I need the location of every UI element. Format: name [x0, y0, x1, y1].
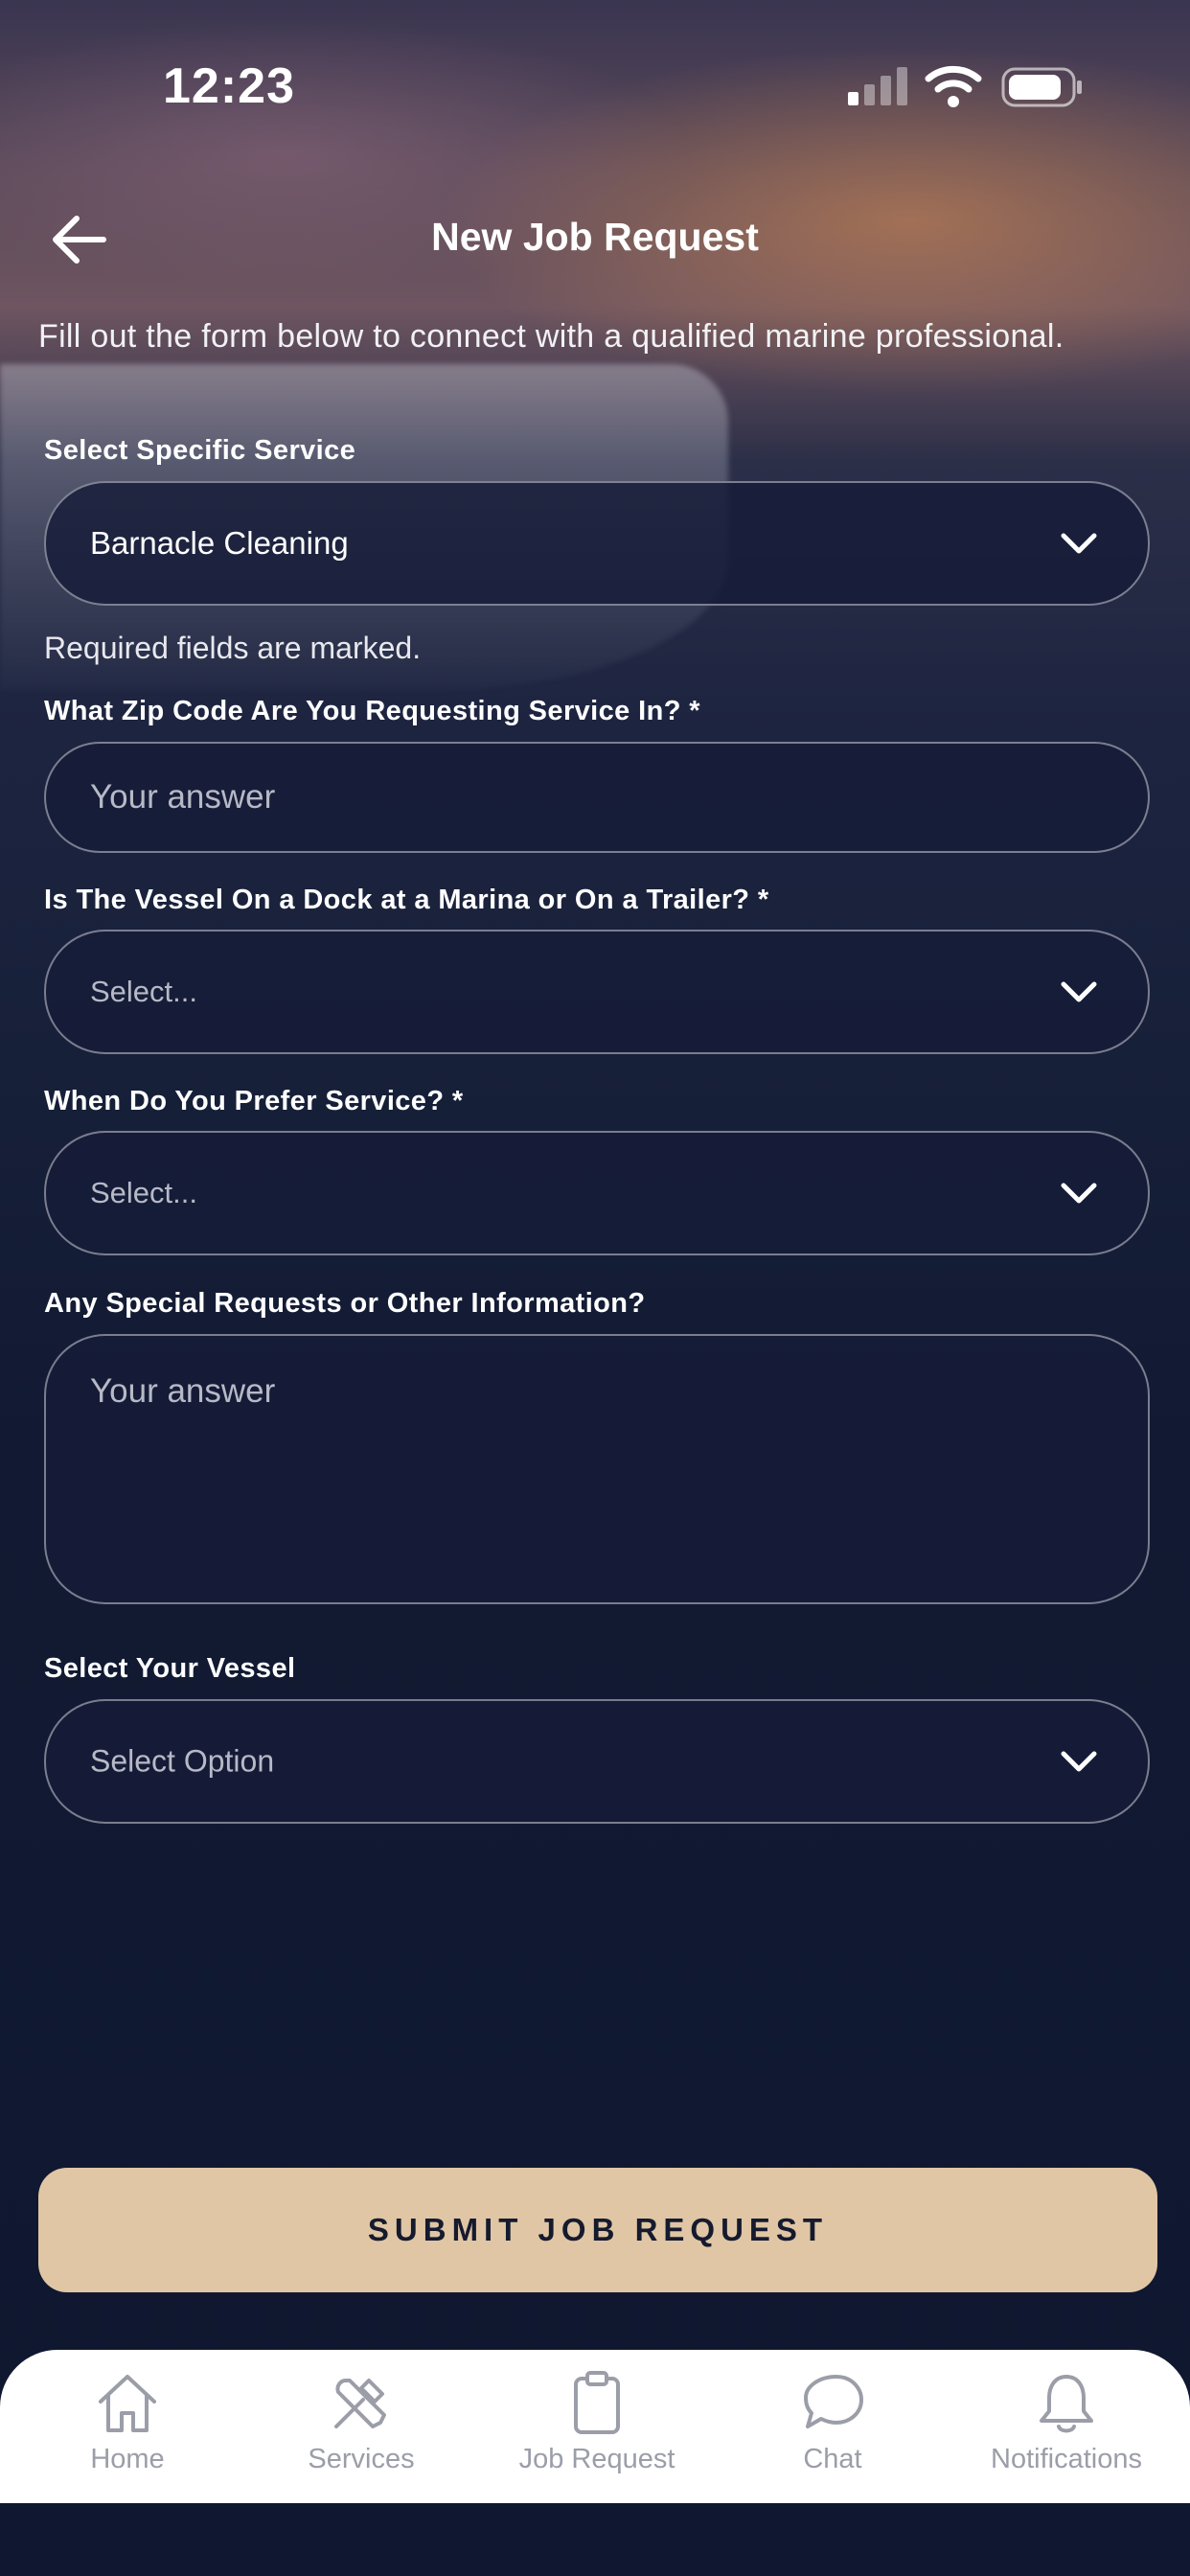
vessel-select[interactable]: Select Option — [44, 1699, 1150, 1824]
service-select[interactable]: Barnacle Cleaning — [44, 481, 1150, 606]
chat-icon — [804, 2375, 863, 2428]
header: New Job Request — [0, 201, 1190, 278]
preferred-time-select[interactable]: Select... — [44, 1131, 1150, 1255]
status-bar: 12:23 — [0, 0, 1190, 172]
preferred-time-placeholder: Select... — [90, 1176, 197, 1209]
tab-notifications[interactable]: Notifications — [949, 2350, 1184, 2503]
tab-notifications-label: Notifications — [991, 2444, 1142, 2474]
service-selected-value: Barnacle Cleaning — [90, 525, 349, 561]
bell-icon — [1040, 2375, 1093, 2433]
battery-icon — [1001, 67, 1082, 107]
vessel-placeholder: Select Option — [90, 1743, 275, 1779]
submit-label: SUBMIT JOB REQUEST — [367, 2212, 829, 2247]
tab-home[interactable]: Home — [10, 2350, 245, 2503]
tools-icon — [334, 2379, 386, 2428]
chevron-down-icon — [1061, 981, 1097, 1002]
cellular-signal-icon — [848, 67, 907, 105]
home-indicator-area — [0, 2503, 1190, 2576]
vessel-location-placeholder: Select... — [90, 975, 197, 1008]
required-note: Required fields are marked. — [44, 631, 422, 665]
tab-services[interactable]: Services — [243, 2350, 479, 2503]
tab-home-label: Home — [90, 2444, 165, 2474]
page-subtitle: Fill out the form below to connect with … — [38, 318, 1064, 355]
vessel-label: Select Your Vessel — [44, 1653, 296, 1684]
page-title: New Job Request — [431, 215, 759, 259]
bottom-tab-bar: Home Services Job Request Chat Notificat… — [0, 2350, 1190, 2503]
special-requests-textarea[interactable]: Your answer — [44, 1334, 1150, 1604]
zip-label: What Zip Code Are You Requesting Service… — [44, 696, 700, 726]
vessel-location-select[interactable]: Select... — [44, 930, 1150, 1054]
wifi-icon — [925, 65, 982, 107]
zip-placeholder: Your answer — [90, 778, 276, 816]
submit-job-request-button[interactable]: SUBMIT JOB REQUEST — [38, 2168, 1157, 2292]
tab-chat[interactable]: Chat — [715, 2350, 950, 2503]
home-icon — [99, 2375, 156, 2432]
special-requests-placeholder: Your answer — [90, 1372, 276, 1410]
service-label: Select Specific Service — [44, 435, 356, 466]
status-time: 12:23 — [163, 58, 295, 114]
tab-job-request[interactable]: Job Request — [479, 2350, 715, 2503]
preferred-time-label: When Do You Prefer Service? * — [44, 1086, 464, 1116]
zip-input[interactable]: Your answer — [44, 742, 1150, 853]
clipboard-icon — [574, 2371, 620, 2434]
special-requests-label: Any Special Requests or Other Informatio… — [44, 1288, 646, 1319]
tab-chat-label: Chat — [803, 2444, 862, 2474]
vessel-location-label: Is The Vessel On a Dock at a Marina or O… — [44, 885, 769, 915]
chevron-down-icon — [1061, 1183, 1097, 1204]
tab-services-label: Services — [308, 2444, 415, 2474]
chevron-down-icon — [1061, 533, 1097, 554]
tab-job-request-label: Job Request — [518, 2444, 675, 2474]
chevron-down-icon — [1061, 1751, 1097, 1772]
